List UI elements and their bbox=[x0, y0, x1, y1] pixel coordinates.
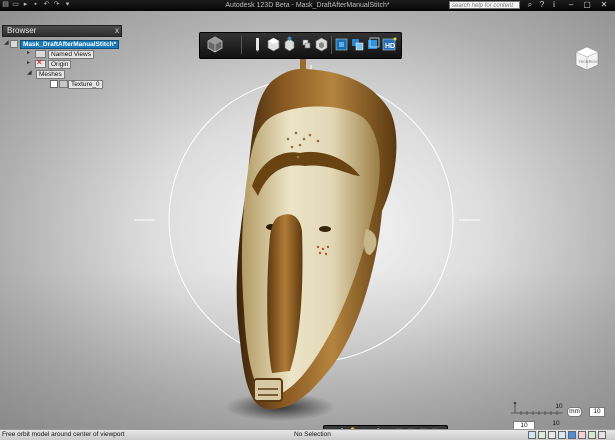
maximize-icon[interactable]: ▢ bbox=[581, 0, 593, 10]
toolbar-separator bbox=[331, 36, 332, 54]
hd-render-icon[interactable]: HD bbox=[382, 36, 397, 53]
browser-panel: Browser x ◢ Mask_DraftAfterManualStitch*… bbox=[2, 25, 122, 97]
tree-label-meshes[interactable]: Meshes bbox=[36, 70, 65, 79]
visual-style-icon[interactable] bbox=[558, 431, 566, 439]
folder-icon bbox=[35, 50, 46, 58]
expand-icon[interactable]: ▸ bbox=[27, 60, 32, 66]
app-window: ▤ ▭ ▸ ▪ ↶ ↷ ▾ Autodesk 123D Beta - Mask_… bbox=[0, 0, 615, 440]
svg-text:HD: HD bbox=[385, 43, 395, 50]
settings-icon[interactable] bbox=[598, 431, 606, 439]
mesh-icon bbox=[59, 80, 68, 88]
scale-bottom-field[interactable]: 10 bbox=[513, 421, 535, 429]
status-bar: Free orbit model around center of viewpo… bbox=[0, 429, 615, 440]
close-icon[interactable]: ✕ bbox=[598, 0, 610, 10]
render-icon[interactable] bbox=[568, 431, 576, 439]
zoom-handle-icon bbox=[513, 401, 517, 405]
zoom-group: 10 mm 10 10 10 bbox=[505, 401, 610, 429]
main-toolbar: HD bbox=[199, 32, 402, 59]
scale-label: 10 bbox=[552, 420, 560, 427]
hidden-cross-icon: ✕ bbox=[36, 58, 43, 67]
browser-header: Browser x bbox=[2, 25, 122, 37]
tree-root-label[interactable]: Mask_DraftAfterManualStitch* bbox=[20, 40, 120, 49]
layers-icon[interactable] bbox=[366, 36, 381, 53]
info-icon[interactable]: i bbox=[548, 0, 560, 10]
mask-mouth bbox=[253, 378, 283, 402]
pencil-icon[interactable] bbox=[250, 36, 265, 53]
shadow-icon[interactable] bbox=[578, 431, 586, 439]
browser-close-icon[interactable]: x bbox=[115, 26, 119, 36]
help-icon[interactable]: ? bbox=[536, 0, 548, 10]
unit-selector[interactable]: mm bbox=[567, 407, 582, 417]
combine-icon[interactable] bbox=[314, 36, 329, 53]
view-cube[interactable]: FRONT RIGHT bbox=[574, 45, 600, 71]
browser-title: Browser bbox=[7, 26, 37, 35]
minimize-icon[interactable]: – bbox=[565, 0, 577, 10]
collapse-icon[interactable]: ◢ bbox=[27, 70, 32, 76]
lighting-icon[interactable] bbox=[588, 431, 596, 439]
title-bar: ▤ ▭ ▸ ▪ ↶ ↷ ▾ Autodesk 123D Beta - Mask_… bbox=[0, 0, 615, 11]
move-icon[interactable] bbox=[282, 36, 297, 53]
tree-label-texture[interactable]: Texture_0 bbox=[68, 80, 103, 89]
expand-icon[interactable]: ▸ bbox=[27, 50, 32, 56]
search-icon[interactable]: ⌕ bbox=[524, 0, 536, 10]
window-title: Autodesk 123D Beta - Mask_DraftAfterManu… bbox=[225, 2, 390, 9]
svg-text:RIGHT: RIGHT bbox=[589, 60, 599, 64]
selection-status: No Selection bbox=[294, 431, 331, 438]
status-hint: Free orbit model around center of viewpo… bbox=[2, 431, 125, 438]
mask-face bbox=[241, 106, 380, 399]
material-icon[interactable] bbox=[350, 36, 365, 53]
grid-snap-icon[interactable] bbox=[538, 431, 546, 439]
ortho-icon[interactable] bbox=[548, 431, 556, 439]
cube-menu-icon[interactable] bbox=[206, 36, 224, 53]
mask-right-eye bbox=[319, 226, 331, 232]
scale-value-field[interactable]: 10 bbox=[589, 407, 605, 417]
tree-label-named-views[interactable]: Named Views bbox=[48, 50, 94, 59]
model-icon bbox=[10, 40, 18, 48]
group-icon[interactable] bbox=[298, 36, 313, 53]
solid-icon[interactable] bbox=[334, 36, 349, 53]
viewport[interactable]: Browser x ◢ Mask_DraftAfterManualStitch*… bbox=[0, 11, 615, 429]
help-search-input[interactable]: search help for content bbox=[449, 1, 520, 9]
zoom-top-value: 10 bbox=[555, 403, 563, 410]
tree-label-origin[interactable]: Origin bbox=[48, 60, 72, 69]
collapse-icon[interactable]: ◢ bbox=[4, 40, 9, 46]
toolbar-separator bbox=[241, 36, 242, 54]
snap-icon[interactable] bbox=[528, 431, 536, 439]
primitive-box-icon[interactable] bbox=[266, 36, 281, 53]
visibility-checkbox[interactable] bbox=[50, 80, 58, 88]
